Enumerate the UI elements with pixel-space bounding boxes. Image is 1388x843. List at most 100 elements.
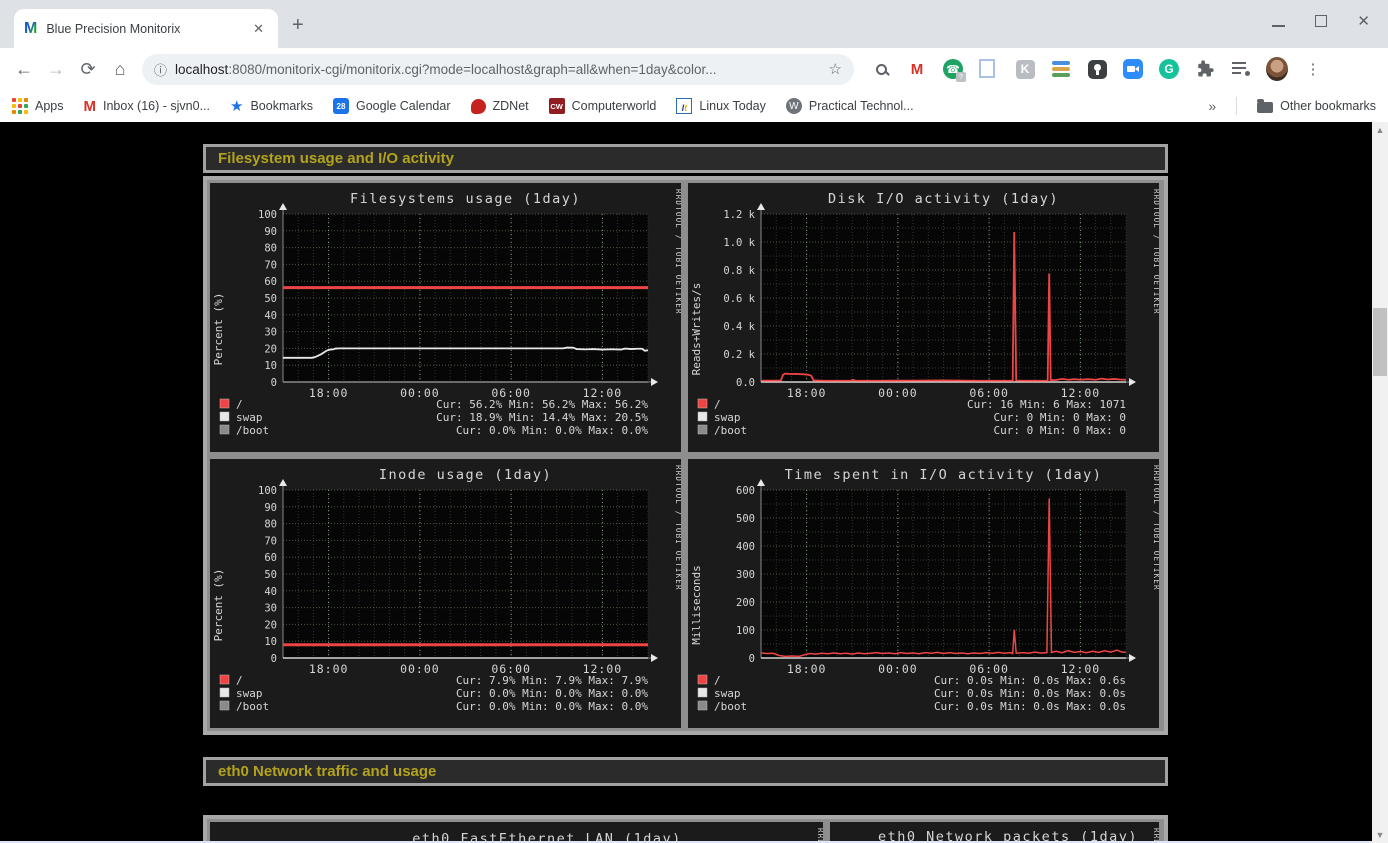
svg-text:Cur: 0.0s Min: 0.0s Max: 0: Cur: 0.0s Min: 0.0s Max: 0.6s — [934, 674, 1126, 687]
svg-text:/: / — [236, 674, 243, 687]
svg-text:18:00: 18:00 — [309, 662, 349, 676]
graph-panel-eth0-packets[interactable]: 0.00.10.20.30.40.50.60.70.80.91.018:0000… — [830, 822, 1159, 843]
scrollbar-down-icon[interactable]: ▼ — [1376, 827, 1385, 843]
bookmark-inbox[interactable]: M Inbox (16) - sjvn0... — [84, 98, 211, 115]
books-extension-icon[interactable] — [1050, 58, 1072, 80]
maximize-button[interactable] — [1315, 15, 1327, 27]
svg-text:0.2 k: 0.2 k — [723, 349, 755, 361]
new-tab-button[interactable]: + — [292, 14, 304, 37]
bulb-icon — [1088, 60, 1107, 79]
address-bar[interactable]: ⓘ localhost :8080/monitorix-cgi/monitori… — [142, 54, 854, 85]
search-extension-icon[interactable] — [870, 58, 892, 80]
svg-text:Cur: 0.0s Min: 0.0s Max: 0: Cur: 0.0s Min: 0.0s Max: 0.0s — [934, 700, 1126, 713]
svg-text:Reads+Writes/s: Reads+Writes/s — [690, 283, 703, 376]
graph-panel-inode-usage[interactable]: 010203040506070809010018:0000:0006:0012:… — [210, 459, 681, 728]
window-controls: ✕ — [1272, 12, 1370, 30]
svg-text:RRDTOOL / TOBI OETIKER: RRDTOOL / TOBI OETIKER — [1152, 189, 1159, 315]
svg-text:1.0 k: 1.0 k — [723, 237, 755, 249]
eth0-graph-grid: 0.00.10.20.30.40.50.60.70.80.91.018:0000… — [203, 815, 1168, 843]
playlist-extension-icon[interactable] — [1230, 58, 1252, 80]
window-close-button[interactable]: ✕ — [1357, 12, 1370, 30]
svg-text:500: 500 — [736, 513, 755, 525]
zdnet-icon — [471, 99, 486, 114]
svg-text:Cur: 16 Min: 6 Max: 1: Cur: 16 Min: 6 Max: 1071 — [967, 398, 1126, 411]
bookmark-star-icon[interactable]: ☆ — [829, 60, 842, 78]
graph-panel-filesystems-usage[interactable]: 010203040506070809010018:0000:0006:0012:… — [210, 183, 681, 452]
svg-text:90: 90 — [264, 226, 277, 238]
graph-panel-time-spent-io[interactable]: 010020030040050060018:0000:0006:0012:00T… — [688, 459, 1159, 728]
scrollbar-thumb[interactable] — [1373, 308, 1387, 376]
bookmarks-bar: Apps M Inbox (16) - sjvn0... ★ Bookmarks… — [0, 90, 1388, 122]
bookmark-google-calendar[interactable]: 28 Google Calendar — [333, 98, 451, 114]
chart-svg-eth0-fastethernet-lan: 0.00.10.20.30.40.50.60.70.80.91.018:0000… — [210, 822, 823, 843]
gmail-extension-icon[interactable]: M — [906, 58, 928, 80]
section-header-filesystem: Filesystem usage and I/O activity — [203, 144, 1168, 173]
graph-panel-eth0-lan[interactable]: 0.00.10.20.30.40.50.60.70.80.91.018:0000… — [210, 822, 823, 843]
extension-icons: M ☎? K G ⋮ — [870, 58, 1324, 80]
computerworld-icon: CW — [549, 98, 565, 114]
vertical-scrollbar[interactable]: ▲ ▼ — [1372, 122, 1388, 843]
svg-text:0.6 k: 0.6 k — [723, 293, 755, 305]
forward-button[interactable]: → — [40, 59, 72, 80]
zoom-extension-icon[interactable] — [1122, 58, 1144, 80]
scrollbar-track[interactable] — [1372, 138, 1388, 827]
svg-text:Percent (%): Percent (%) — [212, 569, 225, 642]
svg-text:0: 0 — [271, 653, 277, 665]
profile-avatar[interactable] — [1266, 58, 1288, 80]
voice-extension-icon[interactable]: ☎? — [942, 58, 964, 80]
bookmark-apps[interactable]: Apps — [12, 98, 64, 114]
bookmark-practical-technology[interactable]: W Practical Technol... — [786, 98, 914, 114]
minimize-button[interactable] — [1272, 25, 1285, 27]
home-button[interactable]: ⌂ — [104, 59, 136, 80]
svg-text:/: / — [714, 674, 721, 687]
svg-text:100: 100 — [258, 485, 277, 497]
tab-close-icon[interactable]: ✕ — [249, 19, 268, 39]
graph-panel-disk-io-activity[interactable]: 0.00.2 k0.4 k0.6 k0.8 k1.0 k1.2 k18:0000… — [688, 183, 1159, 452]
back-button[interactable]: ← — [8, 59, 40, 80]
svg-text:swap: swap — [714, 687, 741, 700]
linux-today-icon: lt — [676, 98, 692, 114]
svg-text:/: / — [714, 398, 721, 411]
bookmark-computerworld[interactable]: CW Computerworld — [549, 98, 657, 114]
svg-text:300: 300 — [736, 569, 755, 581]
section-header-eth0: eth0 Network traffic and usage — [203, 757, 1168, 786]
svg-text:swap: swap — [236, 411, 263, 424]
svg-text:Cur: 0.0% Min: 0.0% Max:: Cur: 0.0% Min: 0.0% Max: 0.0% — [456, 687, 648, 700]
avatar-photo — [1266, 57, 1288, 81]
svg-text:60: 60 — [264, 552, 277, 564]
svg-text:Cur: 0 Min: 0 Max:: Cur: 0 Min: 0 Max: 0 — [994, 411, 1126, 424]
menu-dots-icon[interactable]: ⋮ — [1302, 58, 1324, 80]
grammarly-extension-icon[interactable]: G — [1158, 58, 1180, 80]
bookmarks-overflow-chevron[interactable]: » — [1208, 98, 1216, 114]
reload-button[interactable]: ⟳ — [72, 59, 104, 80]
svg-text:400: 400 — [736, 541, 755, 553]
bookmark-linux-today[interactable]: lt Linux Today — [676, 98, 766, 114]
phone-icon: ☎? — [943, 59, 963, 79]
svg-text:Cur: 0 Min: 0 Max:: Cur: 0 Min: 0 Max: 0 — [994, 424, 1126, 437]
svg-text:Inode usage (1day): Inode usage (1day) — [379, 467, 552, 483]
playlist-icon — [1232, 62, 1250, 76]
monitorix-favicon: M — [24, 20, 37, 38]
svg-text:80: 80 — [264, 243, 277, 255]
page-content: Filesystem usage and I/O activity 010203… — [0, 122, 1388, 843]
lamp-extension-icon[interactable] — [1086, 58, 1108, 80]
chart-svg-time-spent-io: 010020030040050060018:0000:0006:0012:00T… — [688, 459, 1159, 723]
other-bookmarks[interactable]: Other bookmarks — [1257, 99, 1376, 113]
keeper-extension-icon[interactable]: K — [1014, 58, 1036, 80]
site-info-icon[interactable]: ⓘ — [154, 60, 167, 79]
svg-text:/boot: /boot — [714, 424, 747, 437]
svg-text:Time spent in I/O activity (1: Time spent in I/O activity (1day) — [785, 467, 1103, 483]
svg-text:40: 40 — [264, 586, 277, 598]
copy-extension-icon[interactable] — [978, 58, 1000, 80]
svg-text:0.4 k: 0.4 k — [723, 321, 755, 333]
scrollbar-up-icon[interactable]: ▲ — [1376, 122, 1385, 138]
svg-text:10: 10 — [264, 360, 277, 372]
svg-text:/boot: /boot — [236, 700, 269, 713]
bookmark-bookmarks[interactable]: ★ Bookmarks — [230, 97, 313, 115]
svg-text:/boot: /boot — [714, 700, 747, 713]
browser-tab[interactable]: M Blue Precision Monitorix ✕ — [14, 9, 278, 48]
extensions-puzzle-icon[interactable] — [1194, 58, 1216, 80]
svg-text:10: 10 — [264, 636, 277, 648]
bookmark-zdnet[interactable]: ZDNet — [471, 99, 529, 114]
filesystem-graph-grid: 010203040506070809010018:0000:0006:0012:… — [203, 176, 1168, 735]
